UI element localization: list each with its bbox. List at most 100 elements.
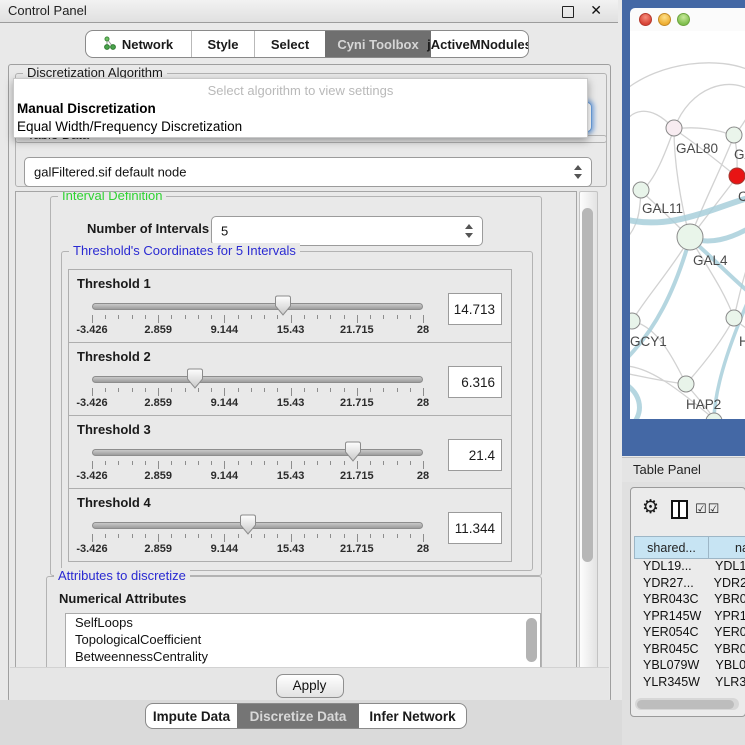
scale-label: 2.859: [144, 543, 172, 555]
tab-style[interactable]: Style: [191, 31, 254, 57]
scale-label: 21.715: [340, 543, 374, 555]
table-row[interactable]: YDR27...YDR2: [634, 576, 745, 593]
network-node-label: HAP2: [686, 397, 721, 412]
scale-label: 2.859: [144, 324, 172, 336]
network-node-label: GAL11: [642, 201, 683, 216]
scrollbar-thumb[interactable]: [582, 208, 593, 562]
table-row[interactable]: YLR345WYLR3: [634, 675, 745, 692]
scale-label: 21.715: [340, 324, 374, 336]
network-node[interactable]: [726, 310, 742, 326]
numerical-attributes-label: Numerical Attributes: [59, 591, 186, 606]
network-node-label: H: [739, 334, 745, 349]
scale-label: 9.144: [211, 397, 239, 409]
scale-label: 28: [417, 397, 429, 409]
tab-label: Network: [122, 37, 173, 52]
minimize-traffic-light[interactable]: [658, 13, 671, 26]
list-scrollbar[interactable]: [526, 618, 537, 662]
settings-scrollbar[interactable]: [579, 191, 598, 669]
apply-button[interactable]: Apply: [276, 674, 344, 698]
network-tab-icon: [104, 36, 117, 53]
network-node[interactable]: [678, 376, 694, 392]
cyni-toolbox-panel: Discretization Algorithm Table Data galF…: [8, 64, 611, 702]
table-cell: YLR345W: [634, 675, 712, 692]
network-node[interactable]: [677, 224, 703, 250]
network-edge: [641, 129, 674, 191]
table-row[interactable]: YBL079WYBL0: [634, 658, 745, 675]
threshold-panel-1: Threshold 1-3.4262.8599.14415.4321.71528…: [68, 269, 512, 343]
tab-infer-network[interactable]: Infer Network: [359, 704, 466, 728]
hscrollbar-thumb[interactable]: [637, 700, 734, 709]
algorithm-option[interactable]: Equal Width/Frequency Discretization: [14, 118, 587, 136]
algorithm-option[interactable]: Manual Discretization: [14, 100, 587, 118]
close-traffic-light[interactable]: [639, 13, 652, 26]
tab-select[interactable]: Select: [254, 31, 325, 57]
scale-label: -3.426: [76, 470, 107, 482]
threshold-value-field[interactable]: 14.713: [448, 293, 502, 325]
table-cell: YBL079W: [634, 658, 712, 675]
threshold-value-field[interactable]: 21.4: [448, 439, 502, 471]
network-node-label: GCY1: [630, 334, 667, 349]
network-canvas[interactable]: GAL80GACGAL11GAL4GCY1HHAP2: [630, 31, 745, 419]
table-row[interactable]: YPR145WYPR1: [634, 609, 745, 626]
column-header-shared-name[interactable]: shared...: [634, 536, 709, 559]
attribute-list-item[interactable]: SelfLoops: [66, 614, 540, 631]
table-hscrollbar[interactable]: [635, 698, 739, 710]
number-of-intervals-combo[interactable]: 5: [211, 216, 483, 246]
network-node-label: C: [738, 189, 745, 204]
slider-track[interactable]: [92, 376, 423, 383]
threshold-value-field[interactable]: 6.316: [448, 366, 502, 398]
table-row[interactable]: YBR043CYBR0: [634, 592, 745, 609]
table-cell: YER0: [711, 625, 745, 642]
network-node[interactable]: [729, 168, 745, 184]
table-data-group: Table Data galFiltered.sif default node: [15, 135, 607, 187]
table-data-value: galFiltered.sif default node: [34, 165, 186, 180]
table-cell: YBR0: [711, 642, 745, 659]
slider-track[interactable]: [92, 522, 423, 529]
threshold-value-field[interactable]: 11.344: [448, 512, 502, 544]
tab-cyni-toolbox[interactable]: Cyni Toolbox: [325, 31, 431, 57]
table-cell: YPR1: [711, 609, 745, 626]
slider-track[interactable]: [92, 449, 423, 456]
table-cell: YDR2: [711, 576, 745, 593]
float-icon[interactable]: [562, 6, 574, 18]
panel-title: Control Panel: [8, 3, 87, 18]
table-cell: YDL1: [712, 559, 745, 576]
network-edge: [690, 238, 734, 318]
column-header-name[interactable]: na: [709, 536, 745, 559]
slider-track[interactable]: [92, 303, 423, 310]
column-layout-icon[interactable]: [671, 500, 688, 519]
network-edge: [632, 321, 686, 384]
table-row[interactable]: YER054CYER0: [634, 625, 745, 642]
table-cell: YBL0: [712, 658, 745, 675]
combo-spinner-icon: [465, 224, 474, 238]
tab-discretize-data[interactable]: Discretize Data: [237, 704, 359, 728]
table-cell: YER054C: [634, 625, 711, 642]
network-edge: [674, 84, 745, 129]
zoom-traffic-light[interactable]: [677, 13, 690, 26]
scale-label: -3.426: [76, 543, 107, 555]
network-node[interactable]: [726, 127, 742, 143]
settings-viewport: Interval Definition Number of Intervals …: [15, 191, 577, 669]
tab-network[interactable]: Network: [86, 31, 191, 57]
table-row[interactable]: YDL19...YDL1: [634, 559, 745, 576]
numerical-attributes-list[interactable]: SelfLoopsTopologicalCoefficientBetweenne…: [65, 613, 541, 669]
algorithm-popup-hint: Select algorithm to view settings: [14, 79, 587, 100]
tab-jactivemnodules[interactable]: jActiveMNodules: [431, 31, 528, 57]
table-panel-bar: Table Panel: [622, 457, 745, 483]
table-row[interactable]: YBR045CYBR0: [634, 642, 745, 659]
attribute-list-item[interactable]: TopologicalCoefficient: [66, 631, 540, 648]
table-cell: YBR043C: [634, 592, 711, 609]
network-edge: [630, 191, 641, 241]
scale-label: 28: [417, 324, 429, 336]
gear-icon[interactable]: ⚙: [642, 496, 659, 519]
network-node[interactable]: [630, 313, 640, 329]
attribute-list-item[interactable]: BetweennessCentrality: [66, 648, 540, 665]
network-node[interactable]: [633, 182, 649, 198]
tab-impute-data[interactable]: Impute Data: [146, 704, 237, 728]
table-cell: YDR27...: [634, 576, 711, 593]
slider-scale-labels: -3.4262.8599.14415.4321.71528: [92, 543, 423, 555]
table-data-combo[interactable]: galFiltered.sif default node: [24, 157, 592, 187]
network-node[interactable]: [666, 120, 682, 136]
checkbox-icons[interactable]: ☑☑: [695, 501, 720, 517]
close-icon[interactable]: ✕: [590, 2, 602, 19]
